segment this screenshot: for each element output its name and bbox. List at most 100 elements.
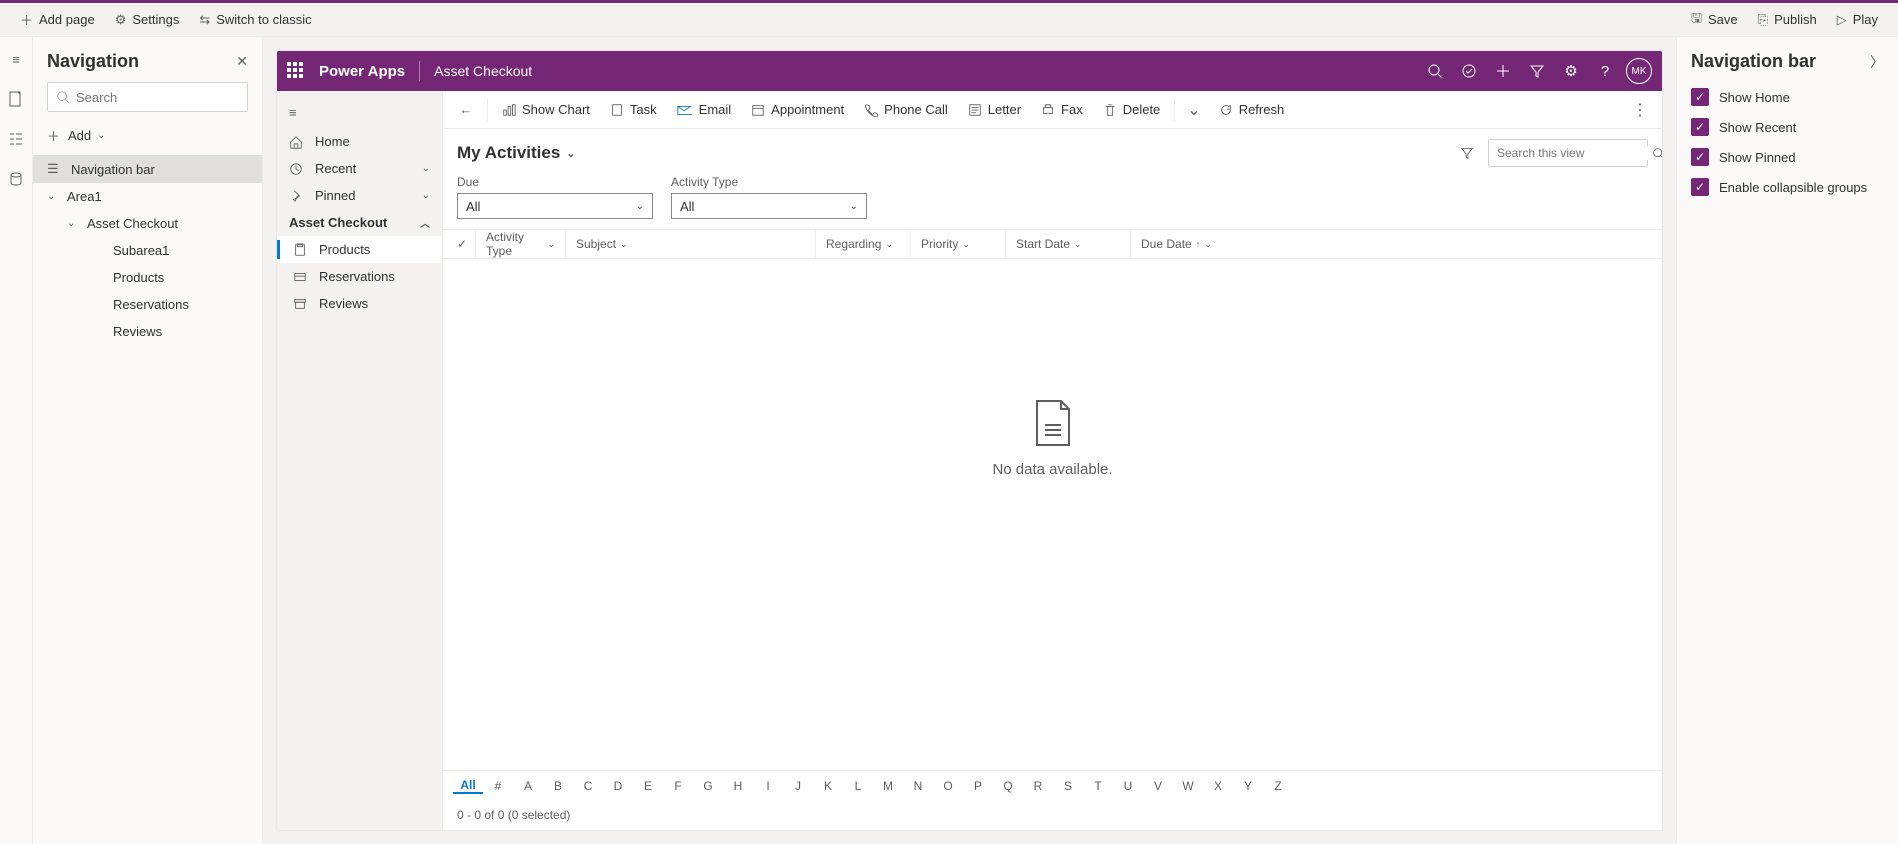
navigation-rail-icon[interactable] [6, 129, 26, 149]
alpha-letter[interactable]: H [723, 779, 753, 793]
alpha-letter[interactable]: R [1023, 779, 1053, 793]
col-activity-type[interactable]: Activity Type⌄ [475, 230, 565, 258]
alpha-letter[interactable]: Q [993, 779, 1023, 793]
alpha-letter[interactable]: D [603, 779, 633, 793]
select-all-checkbox[interactable]: ✓ [455, 230, 475, 258]
add-button[interactable]: ＋ Add ⌄ [33, 120, 262, 151]
data-icon[interactable] [6, 169, 26, 189]
alpha-letter[interactable]: Y [1233, 779, 1263, 793]
alpha-letter[interactable]: S [1053, 779, 1083, 793]
header-search-icon[interactable] [1418, 51, 1452, 91]
avatar[interactable]: MK [1626, 58, 1652, 84]
due-select[interactable]: All ⌄ [457, 193, 653, 219]
nav-item-area1[interactable]: ⌄ Area1 [33, 183, 262, 210]
alpha-letter[interactable]: J [783, 779, 813, 793]
refresh-icon [1219, 103, 1233, 117]
back-button[interactable]: ← [449, 102, 483, 117]
header-filter-icon[interactable] [1520, 51, 1554, 91]
nav-item-navbar[interactable]: ☰ Navigation bar [33, 155, 262, 183]
checkbox-show-home[interactable]: ✓ Show Home [1691, 88, 1884, 106]
alpha-letter[interactable]: E [633, 779, 663, 793]
checkbox-show-pinned[interactable]: ✓ Show Pinned [1691, 148, 1884, 166]
chevron-down-icon: ⌄ [422, 163, 430, 174]
view-search[interactable] [1488, 139, 1648, 167]
activity-type-select[interactable]: All ⌄ [671, 193, 867, 219]
checkbox-enable-groups[interactable]: ✓ Enable collapsible groups [1691, 178, 1884, 196]
sitemap-reservations[interactable]: Reservations [277, 263, 442, 290]
view-search-input[interactable] [1497, 146, 1652, 160]
alpha-letter[interactable]: V [1143, 779, 1173, 793]
alpha-letter[interactable]: Z [1263, 779, 1293, 793]
add-page-button[interactable]: ＋ Add page [10, 3, 105, 36]
alpha-letter[interactable]: N [903, 779, 933, 793]
col-regarding[interactable]: Regarding⌄ [815, 230, 910, 258]
chevron-right-icon[interactable]: 〉 [1870, 52, 1884, 72]
play-button[interactable]: ▷ Play [1827, 3, 1888, 36]
alpha-letter[interactable]: U [1113, 779, 1143, 793]
alpha-letter[interactable]: I [753, 779, 783, 793]
filter-icon[interactable] [1460, 146, 1474, 160]
overflow-button[interactable]: ⋮ [1624, 100, 1656, 120]
fax-button[interactable]: Fax [1031, 91, 1093, 128]
nav-item-products[interactable]: Products [33, 264, 262, 291]
header-help-icon[interactable]: ? [1588, 51, 1622, 91]
refresh-button[interactable]: Refresh [1209, 91, 1295, 128]
sitemap-reviews[interactable]: Reviews [277, 290, 442, 317]
nav-item-subarea1[interactable]: Subarea1 [33, 237, 262, 264]
publish-button[interactable]: ⎘ Publish [1748, 3, 1827, 36]
show-chart-button[interactable]: Show Chart [492, 91, 600, 128]
alpha-letter[interactable]: C [573, 779, 603, 793]
alpha-letter[interactable]: T [1083, 779, 1113, 793]
switch-classic-button[interactable]: ⇆ Switch to classic [189, 3, 321, 36]
alpha-letter[interactable]: # [483, 779, 513, 793]
alpha-letter[interactable]: M [873, 779, 903, 793]
nav-search-input[interactable] [76, 90, 252, 105]
alpha-letter[interactable]: L [843, 779, 873, 793]
alpha-letter[interactable]: G [693, 779, 723, 793]
sitemap-group-asset-checkout[interactable]: Asset Checkout ︿ [277, 209, 442, 236]
nav-item-asset-checkout[interactable]: ⌄ Asset Checkout [33, 210, 262, 237]
header-gear-icon[interactable]: ⚙ [1554, 51, 1588, 91]
sitemap-products[interactable]: Products [277, 236, 442, 263]
alpha-letter[interactable]: F [663, 779, 693, 793]
pages-icon[interactable] [6, 89, 26, 109]
hamburger-icon[interactable]: ≡ [6, 49, 26, 69]
sitemap-pinned[interactable]: Pinned ⌄ [277, 182, 442, 209]
sitemap-recent[interactable]: Recent ⌄ [277, 155, 442, 182]
email-button[interactable]: Email [667, 91, 742, 128]
alpha-letter[interactable]: A [513, 779, 543, 793]
checkbox-show-recent[interactable]: ✓ Show Recent [1691, 118, 1884, 136]
task-button[interactable]: Task [600, 91, 667, 128]
alpha-letter[interactable]: W [1173, 779, 1203, 793]
alpha-letter[interactable]: B [543, 779, 573, 793]
settings-button[interactable]: ⚙ Settings [105, 3, 190, 36]
save-button[interactable]: 🖫 Save [1681, 3, 1748, 36]
waffle-icon[interactable] [287, 62, 305, 80]
sitemap-home[interactable]: Home [277, 128, 442, 155]
col-priority[interactable]: Priority⌄ [910, 230, 1005, 258]
sitemap-hamburger-icon[interactable]: ≡ [277, 97, 442, 128]
delete-split-button[interactable]: ⌄ [1179, 100, 1208, 120]
nav-item-reviews[interactable]: Reviews [33, 318, 262, 345]
view-title-dropdown[interactable]: My Activities ⌄ [457, 143, 576, 163]
col-start-date[interactable]: Start Date⌄ [1005, 230, 1130, 258]
alpha-letter[interactable]: P [963, 779, 993, 793]
col-due-date[interactable]: Due Date↑⌄ [1130, 230, 1260, 258]
delete-button[interactable]: Delete [1093, 91, 1171, 128]
grid-footer: 0 - 0 of 0 (0 selected) [443, 800, 1662, 830]
letter-button[interactable]: Letter [958, 91, 1031, 128]
clock-icon [289, 162, 305, 176]
close-icon[interactable]: ✕ [236, 53, 248, 70]
header-task-icon[interactable] [1452, 51, 1486, 91]
alpha-letter[interactable]: O [933, 779, 963, 793]
nav-item-reservations[interactable]: Reservations [33, 291, 262, 318]
appointment-button[interactable]: Appointment [741, 91, 854, 128]
col-subject[interactable]: Subject⌄ [565, 230, 815, 258]
alpha-letter[interactable]: X [1203, 779, 1233, 793]
content: ← Show Chart [443, 91, 1662, 830]
nav-search[interactable] [47, 82, 248, 112]
alpha-letter[interactable]: K [813, 779, 843, 793]
phone-button[interactable]: Phone Call [854, 91, 958, 128]
alpha-all[interactable]: All [453, 778, 483, 794]
header-plus-icon[interactable] [1486, 51, 1520, 91]
